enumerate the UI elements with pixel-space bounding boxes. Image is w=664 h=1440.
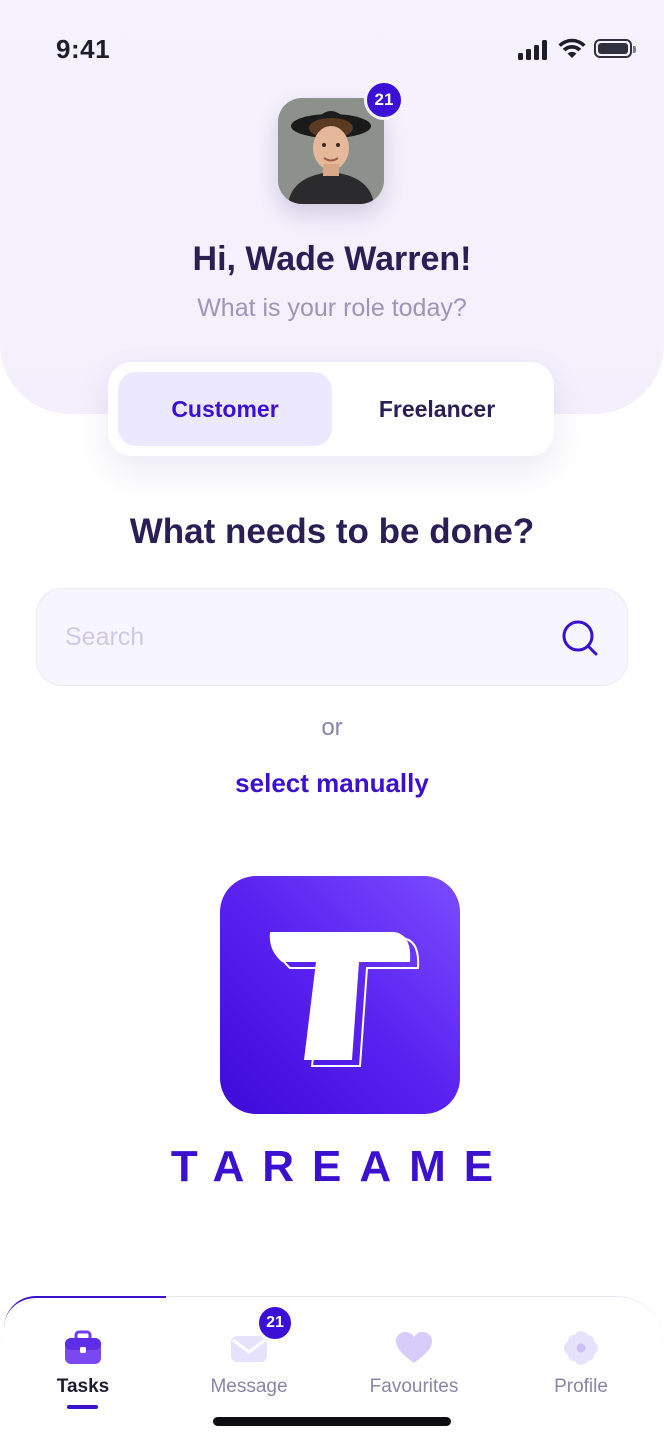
- signal-icon: [518, 40, 550, 60]
- message-count-badge: 21: [256, 1304, 294, 1342]
- select-manually-link[interactable]: select manually: [0, 768, 664, 799]
- nav-label-message: Message: [210, 1376, 288, 1397]
- brand-wordmark: TAREAME: [170, 1142, 512, 1191]
- wifi-icon: [558, 38, 586, 58]
- section-title: What needs to be done?: [129, 512, 535, 551]
- role-customer-button[interactable]: Customer: [118, 372, 332, 446]
- home-indicator: [213, 1417, 451, 1426]
- greeting-title: Hi, Wade Warren!: [192, 240, 472, 278]
- status-time: 9:41: [56, 34, 111, 64]
- search-box: [36, 588, 628, 686]
- avatar[interactable]: [278, 98, 384, 204]
- role-freelancer-button[interactable]: Freelancer: [330, 372, 544, 446]
- nav-item-tasks[interactable]: Tasks: [13, 1322, 153, 1412]
- nav-item-favourites[interactable]: Favourites: [344, 1322, 484, 1412]
- nav-item-message[interactable]: Message: [179, 1322, 319, 1412]
- nav-label-profile: Profile: [554, 1376, 608, 1397]
- nav-label-tasks: Tasks: [56, 1376, 110, 1397]
- active-tab-indicator: [67, 1405, 98, 1409]
- heart-icon: [396, 1332, 432, 1363]
- or-divider-label: or: [321, 714, 343, 741]
- notification-badge: 21: [364, 80, 404, 120]
- avatar-photo: [278, 98, 384, 204]
- search-input[interactable]: [65, 617, 525, 657]
- battery-icon: [594, 39, 636, 58]
- status-icons: [518, 38, 638, 62]
- role-question: What is your role today?: [197, 294, 467, 322]
- briefcase-icon: [65, 1330, 101, 1364]
- nav-label-favourites: Favourites: [369, 1376, 459, 1397]
- tareame-logo-icon: [220, 876, 460, 1114]
- search-icon[interactable]: [561, 619, 599, 657]
- flower-icon: [564, 1331, 598, 1365]
- nav-item-profile[interactable]: Profile: [511, 1322, 651, 1412]
- role-toggle: Customer Freelancer: [108, 362, 554, 456]
